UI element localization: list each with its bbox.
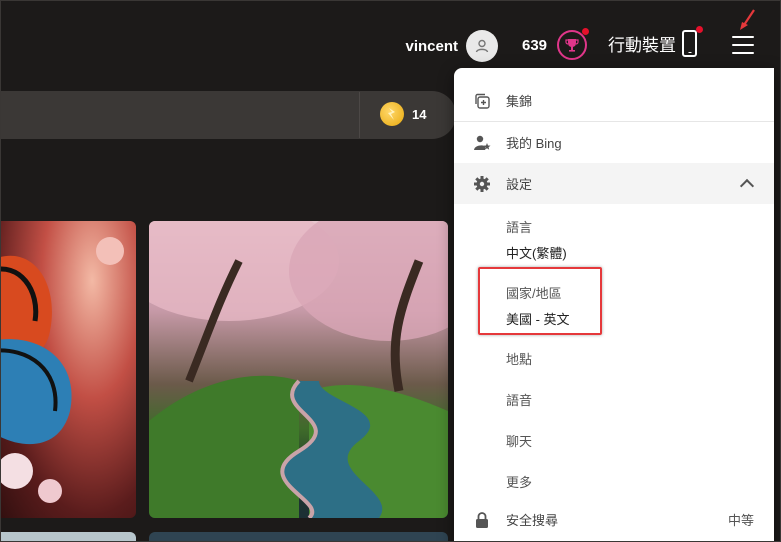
butterfly-image[interactable] [0,221,136,518]
phone-icon [682,26,703,57]
menu-item-safe-search[interactable]: 安全搜尋 中等 [454,499,774,540]
rewards-count: 14 [412,106,427,122]
user-profile[interactable]: vincent [405,30,498,62]
menu-item-label: 設定 [506,177,533,192]
rewards-badge[interactable]: 14 [380,102,426,126]
points-value: 639 [522,36,548,54]
settings-menu-panel: 集錦 我的 Bing 設定 語言 中文(繁體) 國家/地區 美國 - 英文 地點… [454,68,774,542]
mobile-device-link[interactable]: 行動裝置 [608,26,703,57]
language-label: 語言 [506,220,533,235]
annotation-highlight-box [478,267,602,335]
menu-item-label: 集錦 [506,94,533,109]
menu-item-my-bing[interactable]: 我的 Bing [454,122,774,163]
coin-icon [380,102,404,126]
language-value[interactable]: 中文(繁體) [506,243,567,262]
rewards-points[interactable]: 639 [522,28,590,60]
searchbar-divider [359,92,360,138]
thumbnail-image[interactable] [149,532,448,542]
menu-item-settings[interactable]: 設定 [454,163,774,204]
chevron-up-icon[interactable] [739,178,755,194]
menu-item-label: 安全搜尋 [506,513,559,528]
annotation-arrow-icon [740,9,755,30]
notification-dot [582,28,590,35]
gear-icon [472,174,492,194]
username: vincent [405,37,458,55]
menu-item-chat[interactable]: 聊天 [506,431,532,450]
hamburger-menu-button[interactable] [732,36,754,54]
lock-icon [472,510,492,530]
thumbnail-image[interactable] [0,532,136,542]
menu-item-collections[interactable]: 集錦 [454,80,774,121]
menu-item-label: 我的 Bing [506,136,562,151]
trophy-icon [557,28,590,60]
menu-item-more[interactable]: 更多 [506,472,532,491]
user-star-icon [472,133,492,153]
avatar-icon [466,30,498,62]
menu-item-voice[interactable]: 語音 [506,390,532,409]
notification-dot [696,26,703,33]
menu-item-location[interactable]: 地點 [506,349,532,368]
mobile-label: 行動裝置 [608,36,676,55]
safe-search-value: 中等 [727,513,754,528]
collections-icon [472,91,492,111]
cherry-blossom-image[interactable] [149,221,448,518]
